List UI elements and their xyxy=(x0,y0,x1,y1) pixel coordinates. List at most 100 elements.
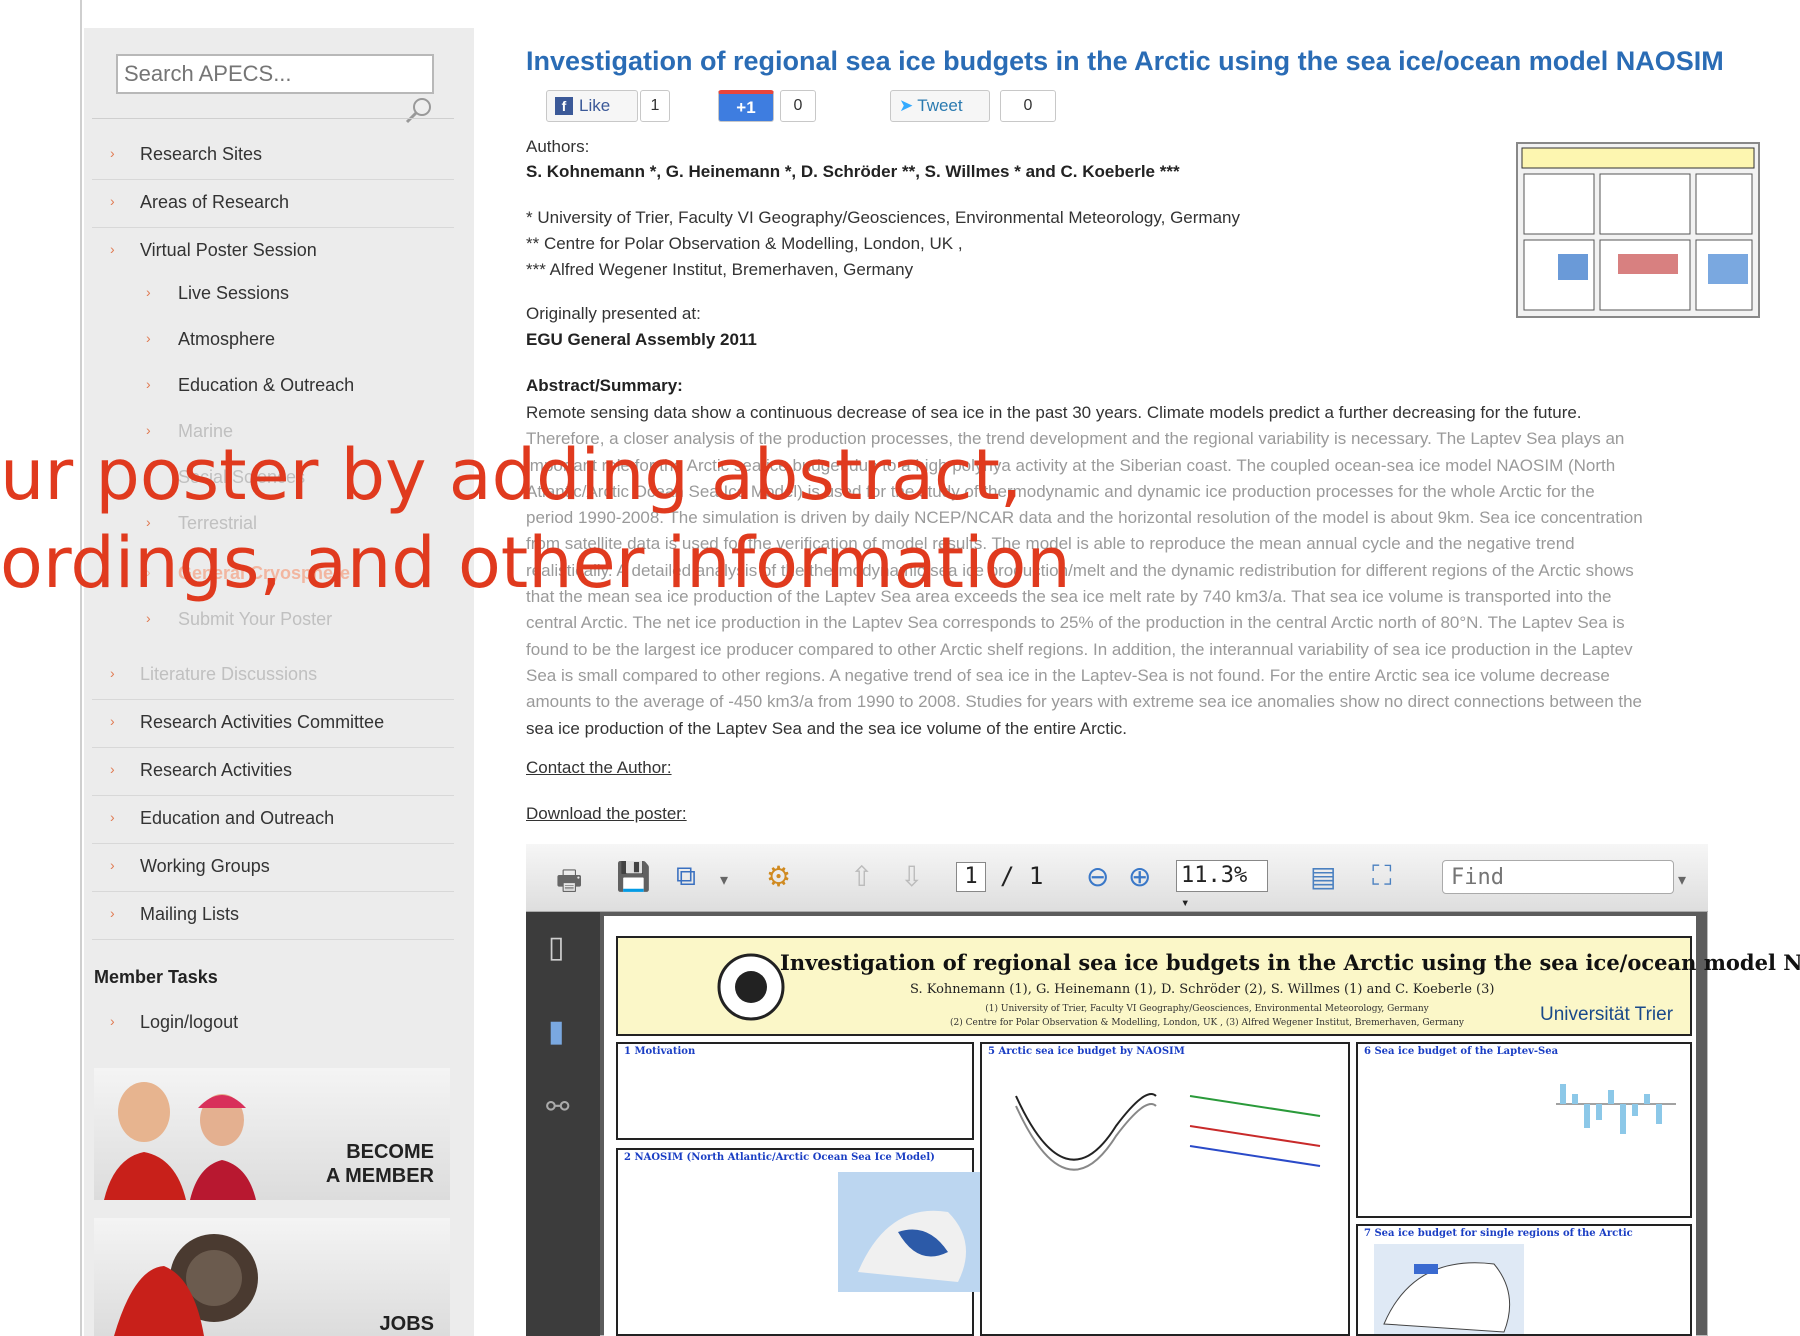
search-input[interactable] xyxy=(116,54,434,94)
regions-map-figure xyxy=(1374,1244,1524,1334)
chevron-right-icon: › xyxy=(110,713,115,729)
sidebar-item-areas-of-research[interactable]: › Areas of Research xyxy=(92,180,454,228)
sidebar-item-virtual-poster-session[interactable]: › Virtual Poster Session xyxy=(92,228,454,276)
sidebar-subitem-atmosphere[interactable]: › Atmosphere xyxy=(130,318,454,364)
chevron-right-icon: › xyxy=(110,905,115,921)
sidebar-item-literature-discussions[interactable]: › Literature Discussions xyxy=(92,652,454,700)
sidebar-item-login[interactable]: › Login/logout xyxy=(92,1000,454,1048)
contact-author-link[interactable]: Contact the Author: xyxy=(526,758,672,778)
arrow-down-icon[interactable]: ⇩ xyxy=(900,860,923,893)
chevron-right-icon: › xyxy=(110,665,115,681)
twitter-bird-icon: ➤ xyxy=(899,96,914,115)
authors-label: Authors: xyxy=(526,137,590,156)
sidebar-item-education-and-outreach[interactable]: › Education and Outreach xyxy=(92,796,454,844)
poster-section-title: 5 Arctic sea ice budget by NAOSIM xyxy=(988,1046,1185,1057)
search-icon[interactable] xyxy=(404,96,434,124)
fit-width-icon[interactable]: ▤ xyxy=(1310,860,1336,893)
divider xyxy=(92,118,454,119)
laptev-bar-figure xyxy=(1556,1084,1676,1134)
sidebar-subitem-education-outreach[interactable]: › Education & Outreach xyxy=(130,364,454,410)
zoom-in-icon[interactable]: ⊕ xyxy=(1128,860,1151,893)
find-input[interactable] xyxy=(1442,860,1674,894)
jobs-photo xyxy=(114,1234,258,1336)
abstract-heading: Abstract/Summary: xyxy=(526,376,683,395)
poster-thumbnail-image xyxy=(1521,147,1755,311)
chevron-right-icon: › xyxy=(146,376,151,392)
poster-affiliation: (1) University of Trier, Faculty VI Geog… xyxy=(985,1004,1429,1014)
abstract-line: sea ice production of the Laptev Sea and… xyxy=(526,718,1128,738)
become-member-banner[interactable]: BECOME A MEMBER xyxy=(94,1068,450,1200)
sidebar-subitem-label: Atmosphere xyxy=(178,329,276,349)
abstract-line: central Arctic. The net ice production i… xyxy=(526,613,1625,633)
binoculars-icon[interactable]: ⚯ xyxy=(546,1090,569,1123)
become-member-line2: A MEMBER xyxy=(325,1165,434,1187)
university-logo: Universität Trier xyxy=(1540,1004,1674,1025)
page-title: Investigation of regional sea ice budget… xyxy=(526,46,1724,76)
tweet-label: Tweet xyxy=(917,96,963,115)
sidebar-item-label: Login/logout xyxy=(140,1012,239,1032)
poster-thumbnail[interactable] xyxy=(1516,142,1760,318)
seasonal-cycle-figure xyxy=(1015,1093,1157,1171)
affiliation: ** Centre for Polar Observation & Modell… xyxy=(526,234,963,253)
chevron-right-icon: › xyxy=(110,809,115,825)
sidebar-subitem-live-sessions[interactable]: › Live Sessions xyxy=(130,272,454,318)
abstract-line: Remote sensing data show a continuous de… xyxy=(526,403,1582,422)
sidebar-subitem-label: Education & Outreach xyxy=(178,375,355,395)
sidebar-item-label: Areas of Research xyxy=(140,192,290,212)
abstract-line: found to be the largest ice producer com… xyxy=(526,639,1633,659)
zoom-select[interactable]: 11.3% ▾ xyxy=(1176,860,1268,911)
chevron-right-icon: › xyxy=(110,1013,115,1029)
jobs-banner[interactable]: JOBS xyxy=(94,1218,450,1336)
arctic-map-figure xyxy=(838,1172,988,1292)
tweet-count: 0 xyxy=(1000,90,1056,122)
affiliation: *** Alfred Wegener Institut, Bremerhaven… xyxy=(526,260,914,279)
sidebar-item-working-groups[interactable]: › Working Groups xyxy=(92,844,454,892)
zoom-value: 11.3% xyxy=(1181,863,1248,888)
chevron-right-icon: › xyxy=(110,145,115,161)
poster-section-title: 7 Sea ice budget for single regions of t… xyxy=(1364,1228,1633,1239)
sidebar-item-research-activities[interactable]: › Research Activities xyxy=(92,748,454,796)
tools-icon[interactable]: ⚙ xyxy=(766,860,791,893)
sidebar-item-label: Virtual Poster Session xyxy=(140,240,317,260)
chevron-right-icon: › xyxy=(110,193,115,209)
affiliation: * University of Trier, Faculty VI Geogra… xyxy=(526,208,1240,227)
chevron-down-icon: ▾ xyxy=(1181,895,1190,911)
page-total: / 1 xyxy=(1000,862,1044,890)
sidebar-item-mailing-lists[interactable]: › Mailing Lists xyxy=(92,892,454,940)
google-plus-button[interactable]: +1 xyxy=(718,90,774,122)
emblem-icon xyxy=(717,953,785,1021)
chevron-right-icon: › xyxy=(110,857,115,873)
members-photo xyxy=(104,1082,256,1200)
zoom-out-icon[interactable]: ⊖ xyxy=(1086,860,1109,893)
sidebar-subitem-submit-your-poster[interactable]: › Submit Your Poster xyxy=(130,598,454,644)
sidebar-item-label: Literature Discussions xyxy=(140,664,318,684)
sidebar-item-label: Mailing Lists xyxy=(140,904,240,924)
sidebar-item-research-sites[interactable]: › Research Sites xyxy=(92,132,454,180)
sidebar-subitem-label: Submit Your Poster xyxy=(178,609,333,629)
facebook-like-button[interactable]: f Like xyxy=(546,90,638,122)
poster-section-title: 6 Sea ice budget of the Laptev-Sea xyxy=(1364,1046,1559,1057)
become-member-line1: BECOME xyxy=(346,1141,434,1163)
arrow-up-icon[interactable]: ⇧ xyxy=(850,860,873,893)
chevron-down-icon[interactable]: ▾ xyxy=(720,870,728,890)
save-icon[interactable]: 💾 xyxy=(616,860,651,893)
member-tasks-heading: Member Tasks xyxy=(94,967,218,987)
chevron-down-icon[interactable]: ▾ xyxy=(1678,870,1686,890)
chevron-right-icon: › xyxy=(146,330,151,346)
fit-page-icon[interactable]: ⛶ xyxy=(1372,860,1392,893)
open-icon[interactable]: ⧉ xyxy=(676,860,696,893)
bookmarks-icon[interactable]: ▮ xyxy=(548,1014,565,1049)
poster-title: Investigation of regional sea ice budget… xyxy=(780,950,1800,975)
jobs-label: JOBS xyxy=(379,1313,434,1335)
trend-lines-figure xyxy=(1189,1095,1321,1167)
page-number-input[interactable]: 1 xyxy=(956,862,986,892)
sidebar-item-research-activities-committee[interactable]: › Research Activities Committee xyxy=(92,700,454,748)
presented-at: EGU General Assembly 2011 xyxy=(526,330,757,349)
plus-one-count: 0 xyxy=(780,90,816,122)
print-icon[interactable]: 🖶 xyxy=(556,860,582,908)
download-poster-link[interactable]: Download the poster: xyxy=(526,804,687,824)
pages-icon[interactable]: ▯ xyxy=(548,930,565,965)
authors: S. Kohnemann *, G. Heinemann *, D. Schrö… xyxy=(526,162,1180,181)
chevron-right-icon: › xyxy=(110,241,115,257)
tweet-button[interactable]: ➤ Tweet xyxy=(890,90,990,122)
